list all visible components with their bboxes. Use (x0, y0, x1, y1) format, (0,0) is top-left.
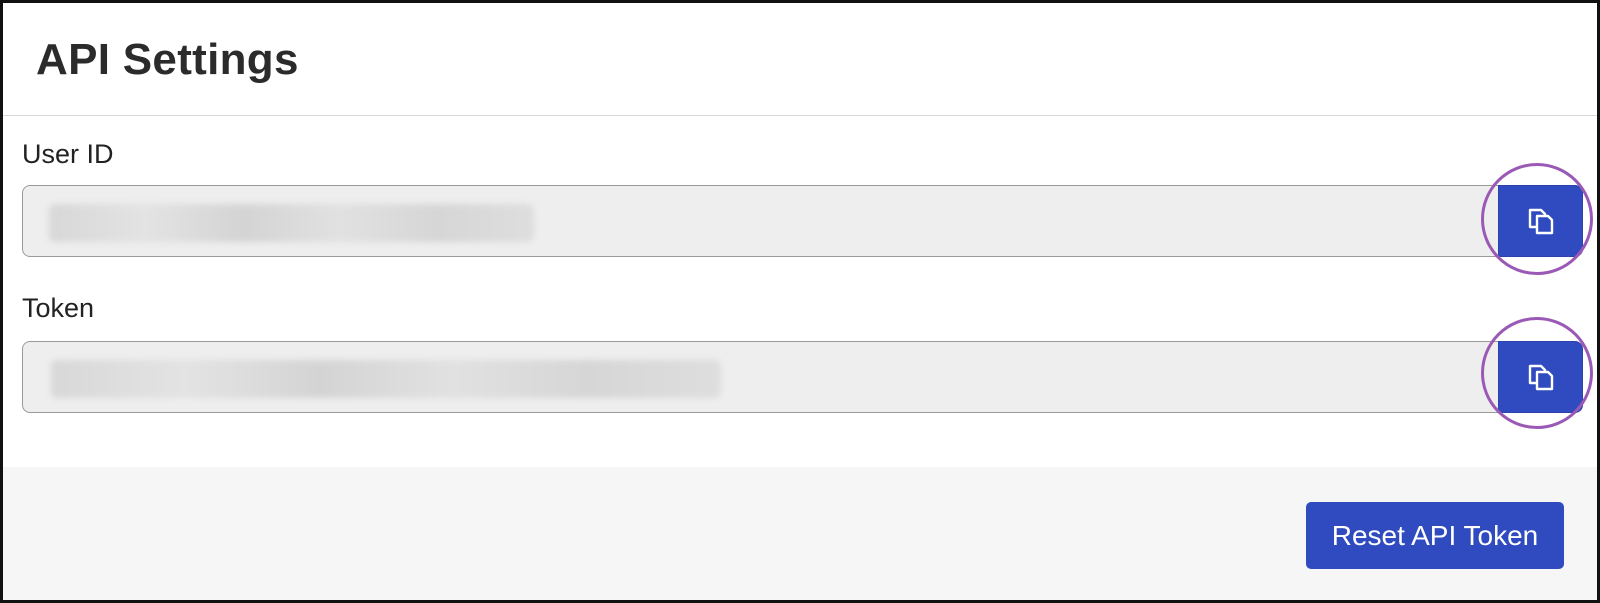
token-masked-value (51, 360, 721, 398)
reset-api-token-button[interactable]: Reset API Token (1306, 502, 1564, 569)
user-id-input-group (22, 185, 1583, 257)
token-label: Token (22, 293, 95, 323)
panel-footer: Reset API Token (3, 467, 1597, 600)
token-input-group (22, 341, 1583, 413)
token-field[interactable] (22, 341, 1498, 413)
copy-icon (1524, 360, 1558, 394)
panel-header: API Settings (3, 3, 1597, 116)
user-id-field[interactable] (22, 185, 1498, 257)
copy-icon (1524, 204, 1558, 238)
user-id-label: User ID (22, 139, 114, 169)
user-id-masked-value (49, 204, 534, 242)
copy-user-id-button[interactable] (1498, 185, 1583, 257)
copy-token-button[interactable] (1498, 341, 1583, 413)
page-title: API Settings (36, 35, 299, 84)
api-settings-panel: API Settings User ID Token Reset API Tok… (0, 0, 1600, 603)
